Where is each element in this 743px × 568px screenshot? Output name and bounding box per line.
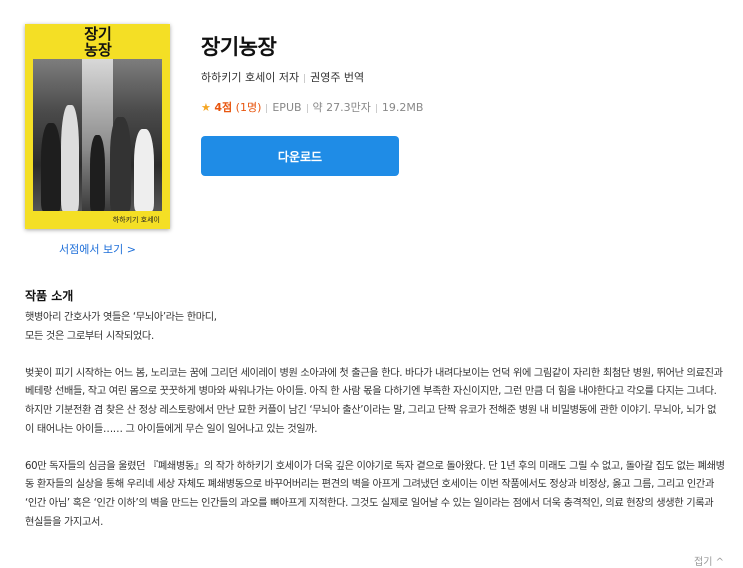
star-icon: ★ [201,101,211,114]
author-link[interactable]: 하하키기 호세이 저자 [201,71,299,84]
divider [266,103,268,113]
cover-photo [33,59,162,211]
translator-link[interactable]: 권영주 번역 [310,71,364,84]
intro-heading: 작품 소개 [25,289,74,303]
divider [306,103,308,113]
collapse-button[interactable]: 접기 ^ [694,553,724,568]
file-size: 19.2MB [381,101,424,114]
divider [375,103,377,113]
intro-paragraph: 60만 독자들의 심금을 울렸던 『폐쇄병동』의 작가 하하키기 호세이가 더욱… [25,460,725,528]
book-meta: ★ 4점 (1명) EPUB 약 27.3만자 19.2MB [201,99,423,115]
cover-author: 하하키기 호세이 [112,216,160,224]
text-length: 약 27.3만자 [312,101,371,114]
book-title: 장기농장 [201,35,277,59]
rating-score: 4점 [214,101,233,114]
view-in-store-link[interactable]: 서점에서 보기 > [25,241,170,257]
divider [304,73,306,83]
book-credits: 하하키기 호세이 저자 권영주 번역 [201,69,364,85]
intro-paragraph: 햇병아리 간호사가 엿들은 ‘무뇌아’라는 한마디, 모든 것은 그로부터 시작… [25,312,217,342]
file-format: EPUB [272,101,302,114]
intro-description: 햇병아리 간호사가 엿들은 ‘무뇌아’라는 한마디, 모든 것은 그로부터 시작… [25,309,725,551]
download-button[interactable]: 다운로드 [201,136,399,176]
cover-title: 장기농장 [84,25,112,59]
book-cover[interactable]: 장기농장 하하키기 호세이 [25,24,170,229]
intro-paragraph: 벚꽃이 피기 시작하는 어느 봄, 노리코는 꿈에 그리던 세이레이 병원 소아… [25,367,723,435]
rating-count: (1명) [235,101,262,114]
